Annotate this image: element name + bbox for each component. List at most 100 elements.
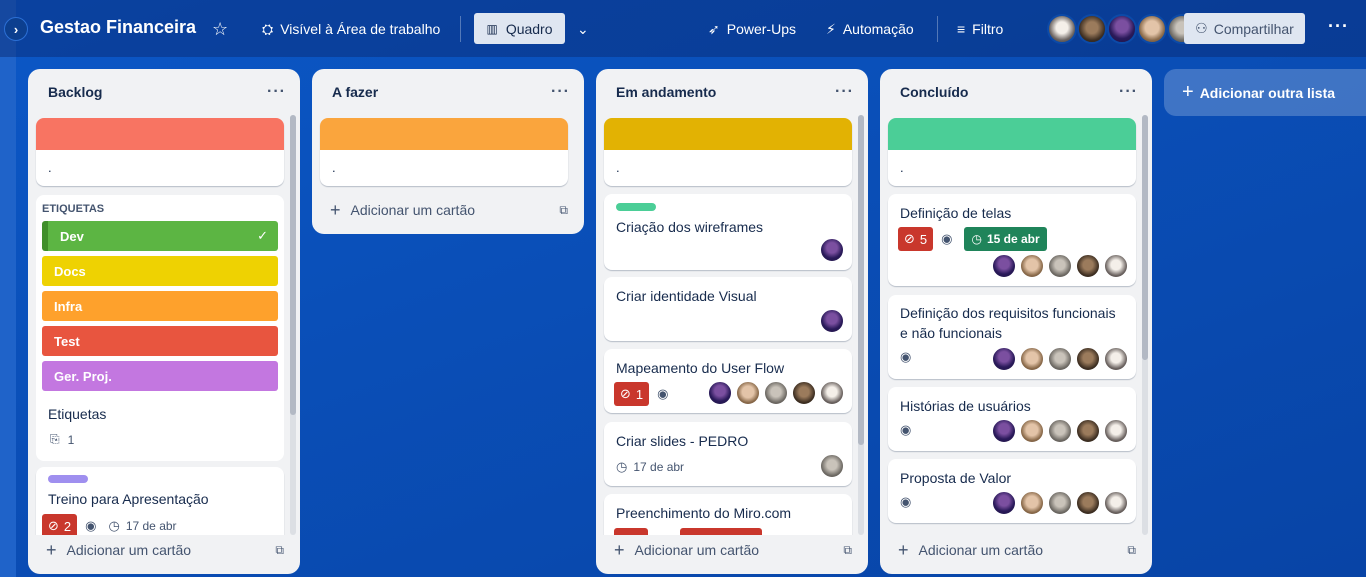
card[interactable]: Definição dos requisitos funcionais e nã… bbox=[888, 295, 1136, 379]
card-title[interactable]: Etiquetas bbox=[42, 396, 278, 422]
avatar[interactable] bbox=[1048, 347, 1072, 371]
powerups-button[interactable]: ➶ Power-Ups bbox=[708, 14, 796, 44]
card[interactable]: Criar identidade Visual bbox=[604, 277, 852, 341]
avatar[interactable] bbox=[1020, 491, 1044, 515]
avatar[interactable] bbox=[1076, 419, 1100, 443]
card[interactable]: . bbox=[888, 118, 1136, 186]
card[interactable]: Preenchimento do Miro.com bbox=[604, 494, 852, 535]
more-icon[interactable]: ··· bbox=[267, 83, 286, 101]
avatar[interactable] bbox=[792, 381, 816, 405]
filter-button[interactable]: ≡ Filtro bbox=[957, 14, 1003, 44]
header-divider bbox=[460, 16, 461, 42]
scrollbar-thumb[interactable] bbox=[1142, 115, 1148, 360]
card[interactable]: Definição de telas ⊘ 5 ◉ ◷ 15 de abr bbox=[888, 194, 1136, 286]
template-icon[interactable]: ⧉ bbox=[275, 543, 284, 558]
card-title: Proposta de Valor bbox=[900, 470, 1012, 486]
board-title[interactable]: Gestao Financeira bbox=[40, 17, 196, 38]
label-text: Docs bbox=[54, 263, 86, 279]
date-text: 17 de abr bbox=[633, 460, 685, 474]
scrollbar-thumb[interactable] bbox=[290, 115, 296, 415]
card[interactable]: Criação dos wireframes bbox=[604, 194, 852, 270]
card[interactable]: Proposta de Valor ◉ bbox=[888, 459, 1136, 523]
template-icon[interactable]: ⧉ bbox=[559, 203, 568, 218]
label-dev[interactable]: Dev ✓ bbox=[42, 221, 278, 251]
list-title[interactable]: A fazer bbox=[332, 84, 378, 100]
avatar[interactable] bbox=[1020, 419, 1044, 443]
template-icon[interactable]: ⧉ bbox=[843, 543, 852, 558]
list-title[interactable]: Backlog bbox=[48, 84, 102, 100]
card-cover bbox=[320, 118, 568, 150]
card[interactable]: Treino para Apresentação ⊘ 2 ◉ ◷ 17 de abr bbox=[36, 467, 284, 535]
more-icon[interactable]: ··· bbox=[551, 83, 570, 101]
avatar[interactable] bbox=[1104, 254, 1128, 278]
avatar[interactable] bbox=[764, 381, 788, 405]
avatar[interactable] bbox=[1048, 419, 1072, 443]
avatar[interactable] bbox=[736, 381, 760, 405]
card-title: Definição de telas bbox=[900, 205, 1012, 221]
powerups-label: Power-Ups bbox=[726, 21, 796, 37]
template-icon[interactable]: ⧉ bbox=[1127, 543, 1136, 558]
plus-icon: + bbox=[614, 539, 625, 560]
label-infra[interactable]: Infra bbox=[42, 291, 278, 321]
header-divider bbox=[937, 16, 938, 42]
avatar[interactable] bbox=[1076, 491, 1100, 515]
label-test[interactable]: Test bbox=[42, 326, 278, 356]
avatar[interactable] bbox=[992, 419, 1016, 443]
avatar[interactable] bbox=[820, 381, 844, 405]
add-card-button[interactable]: + Adicionar um cartão ⧉ bbox=[36, 535, 292, 565]
bolt-icon: ⚡ bbox=[826, 20, 836, 37]
board-view-button[interactable]: ▥ Quadro bbox=[474, 13, 565, 44]
visibility-button[interactable]: ⛭ Visível à Área de trabalho bbox=[262, 14, 440, 44]
avatar[interactable] bbox=[820, 309, 844, 333]
avatar[interactable] bbox=[992, 491, 1016, 515]
label-gerproj[interactable]: Ger. Proj. bbox=[42, 361, 278, 391]
more-icon[interactable]: ··· bbox=[1328, 16, 1349, 37]
eye-icon: ◉ bbox=[900, 349, 912, 364]
card[interactable]: Histórias de usuários ◉ bbox=[888, 387, 1136, 451]
more-icon[interactable]: ··· bbox=[1119, 83, 1138, 101]
label-docs[interactable]: Docs bbox=[42, 256, 278, 286]
card-title: . bbox=[900, 160, 904, 175]
comment-count: 1 bbox=[635, 386, 644, 402]
board-members[interactable] bbox=[1043, 14, 1197, 44]
avatar[interactable] bbox=[1048, 491, 1072, 515]
avatar[interactable] bbox=[1104, 347, 1128, 371]
card[interactable]: Mapeamento do User Flow ⊘ 1 ◉ bbox=[604, 349, 852, 413]
card[interactable]: . bbox=[320, 118, 568, 186]
avatar[interactable] bbox=[1047, 14, 1077, 44]
share-button[interactable]: ⚇ Compartilhar bbox=[1184, 13, 1305, 44]
chevron-down-icon[interactable]: ⌄ bbox=[577, 14, 589, 44]
avatar[interactable] bbox=[1076, 254, 1100, 278]
avatar[interactable] bbox=[1077, 14, 1107, 44]
avatar[interactable] bbox=[992, 254, 1016, 278]
avatar[interactable] bbox=[1020, 254, 1044, 278]
avatar[interactable] bbox=[1048, 254, 1072, 278]
due-date: ◷ 17 de abr bbox=[108, 518, 176, 534]
add-card-button[interactable]: + Adicionar um cartão ⧉ bbox=[320, 195, 576, 225]
avatar[interactable] bbox=[820, 454, 844, 478]
add-list-button[interactable]: + Adicionar outra lista bbox=[1164, 69, 1366, 116]
avatar[interactable] bbox=[1104, 419, 1128, 443]
list-title[interactable]: Concluído bbox=[900, 84, 968, 100]
avatar[interactable] bbox=[1107, 14, 1137, 44]
avatar[interactable] bbox=[1020, 347, 1044, 371]
avatar[interactable] bbox=[1104, 491, 1128, 515]
list-a-fazer: A fazer ··· . + Adicionar um cartão ⧉ bbox=[312, 69, 584, 234]
list-title[interactable]: Em andamento bbox=[616, 84, 716, 100]
avatar[interactable] bbox=[1076, 347, 1100, 371]
scrollbar-thumb[interactable] bbox=[858, 115, 864, 445]
avatar[interactable] bbox=[820, 238, 844, 262]
more-icon[interactable]: ··· bbox=[835, 83, 854, 101]
card[interactable]: . bbox=[36, 118, 284, 186]
automation-button[interactable]: ⚡ Automação bbox=[826, 14, 914, 44]
avatar[interactable] bbox=[992, 347, 1016, 371]
card[interactable]: Criar slides - PEDRO ◷ 17 de abr bbox=[604, 422, 852, 486]
expand-sidebar-button[interactable]: › bbox=[4, 17, 28, 41]
card[interactable]: . bbox=[604, 118, 852, 186]
avatar[interactable] bbox=[708, 381, 732, 405]
add-card-button[interactable]: + Adicionar um cartão ⧉ bbox=[888, 535, 1144, 565]
star-icon[interactable]: ☆ bbox=[212, 14, 228, 44]
avatar[interactable] bbox=[1137, 14, 1167, 44]
card-title: Criação dos wireframes bbox=[616, 219, 764, 235]
add-card-button[interactable]: + Adicionar um cartão ⧉ bbox=[604, 535, 860, 565]
